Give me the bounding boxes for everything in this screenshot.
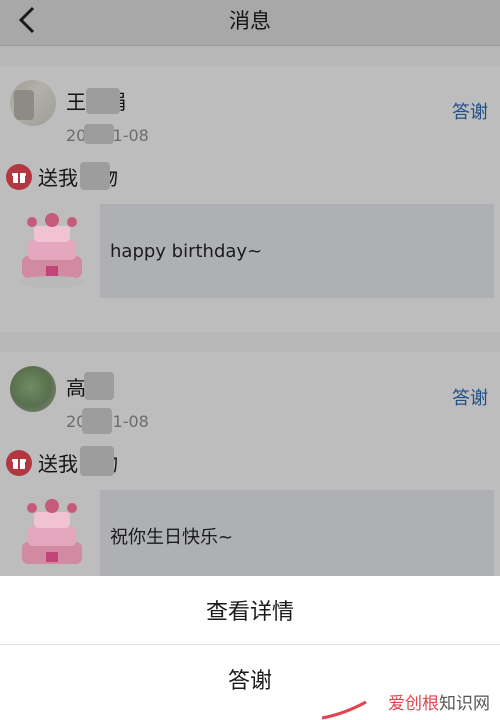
blur-patch [84,372,114,400]
thank-button[interactable]: 答谢 [452,98,488,124]
message-bubble[interactable]: 祝你生日快乐~ [100,490,494,582]
blur-patch [14,90,34,120]
watermark-part-a: 爱创根 [388,694,439,714]
message-bubble[interactable]: happy birthday~ [100,204,494,298]
birthday-cake-image [22,499,82,564]
nav-bar: 消息 [0,0,500,46]
message-card[interactable]: 王 娟 20 11-08 答谢 送我 物 happy birthday~ [0,66,500,332]
blur-patch [80,446,114,476]
avatar[interactable] [10,366,56,412]
sender-name[interactable]: 高 [66,372,86,401]
watermark-part-b: 知识网 [439,694,490,714]
avatar[interactable] [10,80,56,126]
blur-patch [80,162,110,190]
gift-icon [6,163,32,190]
blur-patch [84,124,114,144]
watermark-stroke-icon [321,700,367,720]
message-card[interactable]: 高 20 11-08 答谢 送我 物 祝你生日快乐~ [0,352,500,582]
blur-patch [86,88,120,114]
page-title: 消息 [229,9,271,33]
message-text: happy birthday~ [110,240,263,262]
view-details-button[interactable]: 查看详情 [0,576,500,644]
blur-patch [82,408,112,434]
watermark: 爱创根 知识网 [388,689,490,714]
birthday-cake-image [18,213,86,288]
message-text: 祝你生日快乐~ [110,527,234,548]
thank-button[interactable]: 答谢 [452,384,488,410]
gift-icon [6,449,32,476]
